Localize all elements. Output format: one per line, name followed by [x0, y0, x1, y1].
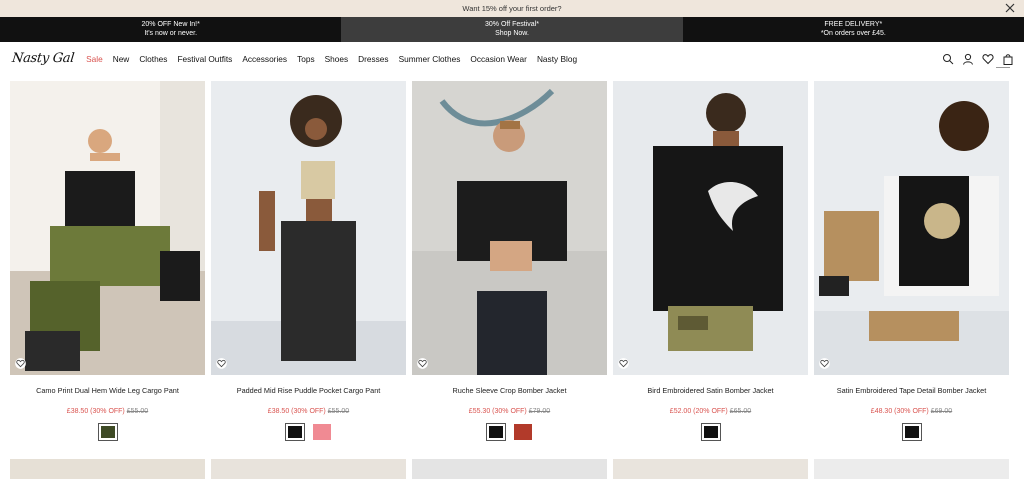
- original-price: £79.00: [528, 408, 551, 415]
- product-price: £55.30 (30% OFF) £79.00: [412, 408, 607, 415]
- promo-line1: 20% OFF New In!*: [141, 21, 200, 28]
- wishlist-heart-icon[interactable]: [216, 358, 227, 369]
- shopping-bag-icon[interactable]: [1002, 53, 1014, 65]
- product-card[interactable]: Satin Embroidered Tape Detail Bomber Jac…: [814, 81, 1009, 441]
- nav-item-occasion-wear[interactable]: Occasion Wear: [470, 54, 527, 64]
- account-icon[interactable]: [962, 53, 974, 65]
- product-card[interactable]: Ruche Sleeve Crop Bomber Jacket £55.30 (…: [412, 81, 607, 441]
- color-swatch[interactable]: [285, 423, 305, 441]
- product-image[interactable]: [10, 459, 205, 479]
- product-name[interactable]: Satin Embroidered Tape Detail Bomber Jac…: [814, 386, 1009, 395]
- promo-festival[interactable]: 30% Off Festival* Shop Now.: [341, 17, 683, 42]
- nav-item-nasty-blog[interactable]: Nasty Blog: [537, 54, 577, 64]
- wishlist-heart-icon[interactable]: [417, 358, 428, 369]
- promo-line2: *On orders over £45.: [820, 29, 886, 37]
- sale-price: £38.50 (30% OFF): [66, 408, 125, 415]
- color-swatches: [814, 423, 1009, 441]
- original-price: £69.00: [930, 408, 953, 415]
- nav-item-shoes[interactable]: Shoes: [325, 54, 349, 64]
- color-swatches: [10, 423, 205, 441]
- color-swatch[interactable]: [486, 423, 506, 441]
- product-price: £38.50 (30% OFF) £55.00: [211, 408, 406, 415]
- sale-price: £48.30 (30% OFF): [870, 408, 929, 415]
- product-grid-row-2: [0, 459, 1024, 479]
- color-swatch[interactable]: [97, 423, 118, 441]
- sale-price: £38.50 (30% OFF): [267, 408, 326, 415]
- main-nav: Nasty Gal Sale New Clothes Festival Outf…: [0, 42, 1024, 75]
- promo-strip: 20% OFF New In!* It's now or never. 30% …: [0, 17, 1024, 42]
- nav-item-tops[interactable]: Tops: [297, 54, 315, 64]
- promo-line2: Shop Now.: [495, 29, 529, 37]
- promo-line1: FREE DELIVERY*: [824, 21, 883, 28]
- product-image[interactable]: [211, 459, 406, 479]
- product-photo-tape-bomber: [814, 81, 1009, 375]
- product-photo-ruche-bomber: [412, 81, 607, 375]
- original-price: £55.00: [126, 408, 149, 415]
- nav-item-new[interactable]: New: [113, 54, 130, 64]
- original-price: £55.00: [327, 408, 350, 415]
- color-swatch[interactable]: [312, 423, 332, 441]
- sale-price: £52.00 (20% OFF): [669, 408, 728, 415]
- nav-item-festival-outfits[interactable]: Festival Outfits: [177, 54, 232, 64]
- close-icon[interactable]: [1004, 2, 1016, 14]
- product-name[interactable]: Bird Embroidered Satin Bomber Jacket: [613, 386, 808, 395]
- product-price: £48.30 (30% OFF) £69.00: [814, 408, 1009, 415]
- color-swatch[interactable]: [513, 423, 533, 441]
- product-image[interactable]: [412, 81, 607, 375]
- product-photo-camo-cargo: [10, 81, 205, 375]
- nav-icons: [942, 53, 1014, 65]
- product-card[interactable]: Bird Embroidered Satin Bomber Jacket £52…: [613, 81, 808, 441]
- product-photo-bird-bomber: [613, 81, 808, 375]
- swatch-fill: [100, 426, 115, 438]
- swatch-fill: [288, 426, 302, 438]
- wishlist-heart-icon[interactable]: [982, 53, 994, 65]
- promo-new-in[interactable]: 20% OFF New In!* It's now or never.: [0, 17, 342, 42]
- announcement-text[interactable]: Want 15% off your first order?: [462, 4, 561, 13]
- swatch-fill: [313, 424, 331, 440]
- product-image[interactable]: [211, 81, 406, 375]
- product-image[interactable]: [412, 459, 607, 479]
- wishlist-heart-icon[interactable]: [819, 358, 830, 369]
- color-swatch[interactable]: [901, 423, 922, 441]
- product-photo-padded-cargo: [211, 81, 406, 375]
- swatch-fill: [489, 426, 503, 438]
- color-swatches: [211, 423, 406, 441]
- promo-line2: It's now or never.: [144, 29, 198, 37]
- search-icon[interactable]: [942, 53, 954, 65]
- wishlist-heart-icon[interactable]: [618, 358, 629, 369]
- product-name[interactable]: Ruche Sleeve Crop Bomber Jacket: [412, 386, 607, 395]
- product-image[interactable]: [613, 81, 808, 375]
- product-name[interactable]: Padded Mid Rise Puddle Pocket Cargo Pant: [211, 386, 406, 395]
- swatch-fill: [904, 426, 919, 438]
- nav-item-summer-clothes[interactable]: Summer Clothes: [399, 54, 461, 64]
- original-price: £65.00: [729, 408, 752, 415]
- product-image[interactable]: [10, 81, 205, 375]
- nav-item-sale[interactable]: Sale: [86, 54, 103, 64]
- color-swatches: [613, 423, 808, 441]
- product-grid: Camo Print Dual Hem Wide Leg Cargo Pant …: [0, 81, 1024, 441]
- swatch-fill: [514, 424, 532, 440]
- nav-item-clothes[interactable]: Clothes: [139, 54, 167, 64]
- product-price: £52.00 (20% OFF) £65.00: [613, 408, 808, 415]
- product-image[interactable]: [613, 459, 808, 479]
- wishlist-heart-icon[interactable]: [15, 358, 26, 369]
- product-name[interactable]: Camo Print Dual Hem Wide Leg Cargo Pant: [10, 386, 205, 395]
- product-card[interactable]: Padded Mid Rise Puddle Pocket Cargo Pant…: [211, 81, 406, 441]
- nav-item-accessories[interactable]: Accessories: [242, 54, 287, 64]
- swatch-fill: [703, 426, 718, 438]
- color-swatch[interactable]: [700, 423, 721, 441]
- product-price: £38.50 (30% OFF) £55.00: [10, 408, 205, 415]
- product-image[interactable]: [814, 81, 1009, 375]
- promo-delivery[interactable]: FREE DELIVERY* *On orders over £45.: [682, 17, 1024, 42]
- product-image[interactable]: [814, 459, 1009, 479]
- nav-menu: Sale New Clothes Festival Outfits Access…: [86, 54, 577, 64]
- product-card[interactable]: Camo Print Dual Hem Wide Leg Cargo Pant …: [10, 81, 205, 441]
- bag-indicator-line: [996, 67, 1010, 68]
- announcement-bar: Want 15% off your first order?: [0, 0, 1024, 17]
- brand-logo[interactable]: Nasty Gal: [11, 51, 75, 66]
- sale-price: £55.30 (30% OFF): [468, 408, 527, 415]
- promo-line1: 30% Off Festival*: [485, 21, 539, 28]
- nav-item-dresses[interactable]: Dresses: [358, 54, 388, 64]
- color-swatches: [412, 423, 607, 441]
